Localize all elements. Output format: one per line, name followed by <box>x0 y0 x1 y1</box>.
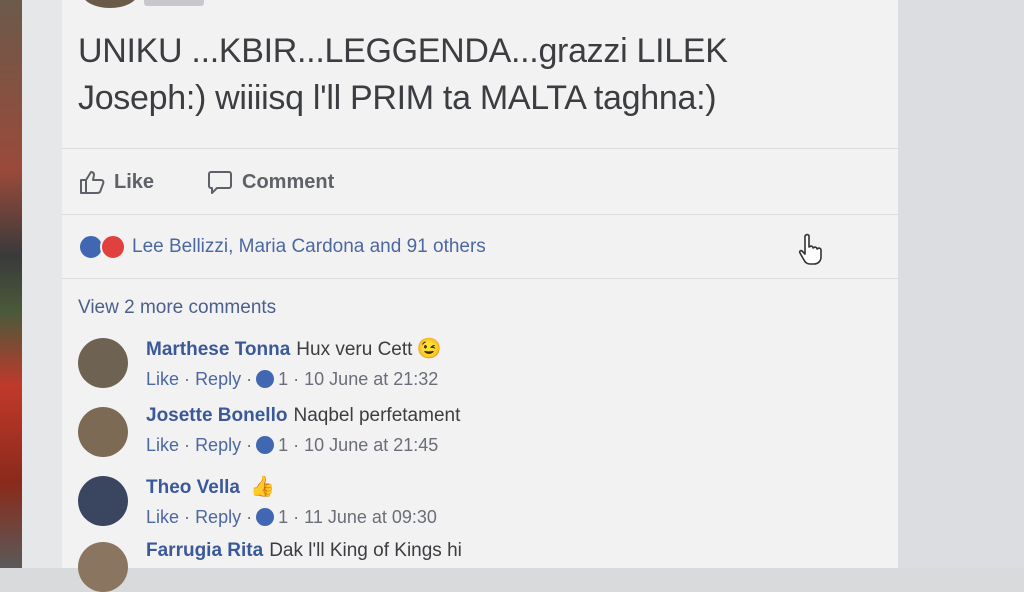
comment-like-link[interactable]: Like <box>146 507 179 527</box>
left-column-image-strip <box>0 0 22 568</box>
separator: · <box>184 507 191 527</box>
comment-timestamp[interactable]: 10 June at 21:32 <box>304 369 438 389</box>
post-header-text <box>144 0 204 6</box>
reactions-text: Lee Bellizzi, Maria Cardona and 91 other… <box>132 236 486 257</box>
thumbs-up-emoji-icon: 👍 <box>249 476 275 498</box>
like-reaction-icon <box>256 508 275 526</box>
separator: · <box>246 435 253 455</box>
comment-button[interactable]: Comment <box>206 168 334 196</box>
view-more-comments-link[interactable]: View 2 more comments <box>78 297 276 319</box>
comment-like-count[interactable]: 1 <box>278 369 288 389</box>
separator: · <box>246 507 253 527</box>
comment-text: Dak l'll King of Kings hi <box>269 540 462 561</box>
divider <box>62 278 898 279</box>
comment-text: Naqbel perfetament <box>293 405 461 426</box>
thumbs-up-icon <box>80 171 105 194</box>
comment-bubble-icon <box>208 171 232 194</box>
comment-author[interactable]: Theo Vella <box>146 477 240 498</box>
avatar[interactable] <box>78 542 128 592</box>
comment-reply-link[interactable]: Reply <box>195 507 241 527</box>
comment-reply-link[interactable]: Reply <box>195 369 241 389</box>
comment-reply-link[interactable]: Reply <box>195 435 241 455</box>
avatar[interactable] <box>78 407 128 457</box>
comment-like-link[interactable]: Like <box>146 369 179 389</box>
comment-text: Hux veru Cett <box>296 339 413 360</box>
avatar[interactable] <box>78 338 128 388</box>
separator: · <box>184 435 191 455</box>
separator: · <box>246 369 253 389</box>
love-reaction-icon <box>100 234 126 260</box>
right-gutter <box>898 0 1024 568</box>
comment-button-label: Comment <box>242 170 335 193</box>
wink-emoji-icon: 😉 <box>416 338 442 360</box>
separator: · <box>293 435 300 455</box>
like-button-label: Like <box>114 170 155 193</box>
divider <box>62 148 898 149</box>
comment-author[interactable]: Farrugia Rita <box>146 540 263 561</box>
hand-pointer-icon <box>798 233 822 265</box>
comment-like-link[interactable]: Like <box>146 435 179 455</box>
separator: · <box>293 369 300 389</box>
comment-author[interactable]: Josette Bonello <box>146 405 287 426</box>
post-text: UNIKU ...KBIR...LEGGENDA...grazzi LILEK … <box>78 32 728 117</box>
comment-like-count[interactable]: 1 <box>278 507 288 527</box>
like-button[interactable]: Like <box>78 168 154 196</box>
comment-author[interactable]: Marthese Tonna <box>146 339 290 360</box>
post-card: UNIKU ...KBIR...LEGGENDA...grazzi LILEK … <box>62 0 898 592</box>
separator: · <box>293 507 300 527</box>
reactions-summary[interactable]: Lee Bellizzi, Maria Cardona and 91 other… <box>78 234 486 260</box>
post-author-avatar[interactable] <box>82 0 138 8</box>
comment-like-count[interactable]: 1 <box>278 435 288 455</box>
divider <box>62 214 898 215</box>
comment-timestamp[interactable]: 11 June at 09:30 <box>304 507 437 527</box>
comment-timestamp[interactable]: 10 June at 21:45 <box>304 435 438 455</box>
like-reaction-icon <box>256 436 275 454</box>
separator: · <box>184 369 191 389</box>
like-reaction-icon <box>256 370 275 388</box>
avatar[interactable] <box>78 476 128 526</box>
